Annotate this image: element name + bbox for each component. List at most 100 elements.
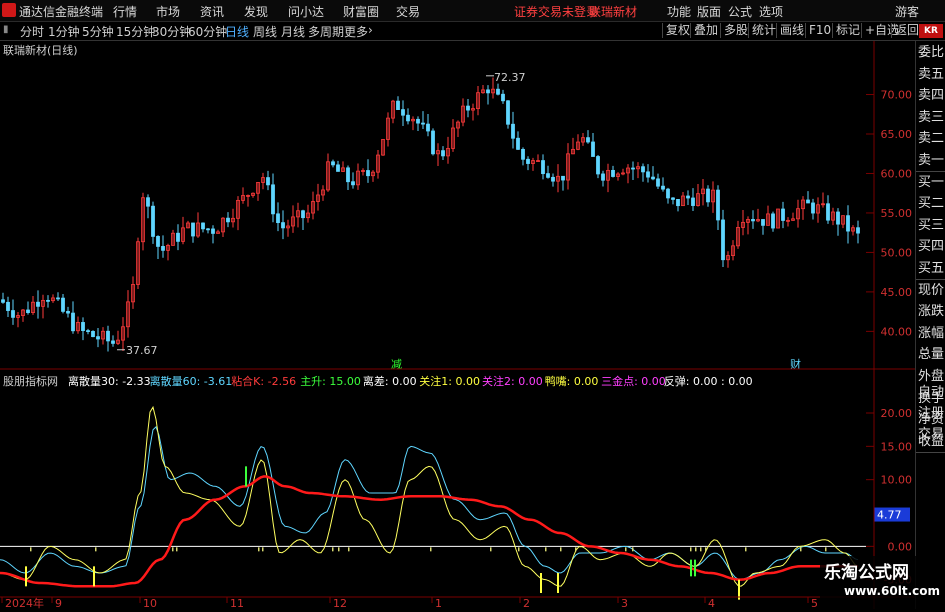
quote-field-11[interactable]: 买五: [918, 260, 945, 278]
candle-body: [266, 177, 270, 186]
menu-options[interactable]: 选项: [759, 3, 783, 20]
indicator-legend-item: 关注1: 0.00: [419, 374, 480, 388]
candle-body: [226, 217, 230, 223]
candle-body: [846, 215, 850, 232]
menu-news[interactable]: 资讯: [200, 3, 224, 20]
multi-stock-button[interactable]: 多股: [720, 23, 751, 38]
quote-field-12[interactable]: 现价: [918, 282, 945, 300]
price-tick-label: 50.00: [881, 246, 913, 259]
candle-body: [826, 203, 830, 221]
candle-body: [761, 219, 765, 226]
quote-field-9[interactable]: 买三: [918, 217, 945, 235]
candle-body: [441, 150, 445, 157]
signal-bar: [540, 573, 542, 593]
menu-quotes[interactable]: 行情: [113, 3, 137, 20]
signal-tick: [632, 547, 634, 552]
candle-body: [421, 122, 425, 125]
candle-body: [781, 208, 785, 221]
menu-discover[interactable]: 发现: [244, 3, 268, 20]
candle-body: [526, 158, 530, 164]
signal-bar: [690, 559, 692, 577]
quote-field-21[interactable]: 注册: [918, 405, 945, 423]
tab-1min[interactable]: 1分钟: [48, 23, 80, 40]
quote-separator: [916, 451, 945, 453]
quote-field-2[interactable]: 卖五: [918, 66, 945, 84]
menu-wealth[interactable]: 财富圈: [343, 3, 379, 20]
tab-monthly[interactable]: 月线: [281, 23, 305, 40]
tab-weekly[interactable]: 周线: [253, 23, 277, 40]
login-notice[interactable]: 证券交易未登录: [514, 3, 598, 20]
menu-trade[interactable]: 交易: [396, 3, 420, 20]
candle-body: [66, 310, 70, 314]
chart-area: 70.00 65.00 60.00 55.00 50.00 45.00 40.00 72.37…: [0, 41, 945, 610]
signal-tick: [690, 547, 692, 552]
tab-60min[interactable]: 60分钟: [188, 23, 227, 40]
mark-button[interactable]: 标记: [832, 23, 863, 38]
signal-tick: [258, 547, 260, 552]
candle-body: [656, 178, 660, 187]
tab-more[interactable]: 更多: [344, 23, 368, 40]
quote-field-3[interactable]: 卖四: [918, 87, 945, 105]
candle-body: [396, 100, 400, 110]
candle-body: [546, 173, 550, 178]
signal-tick: [338, 547, 340, 552]
panel-toggle-icon[interactable]: ▮: [3, 24, 9, 35]
candle-body: [856, 227, 860, 234]
signal-tick: [518, 547, 520, 552]
quote-field-4[interactable]: 卖三: [918, 109, 945, 127]
quote-field-20[interactable]: 自动: [918, 384, 945, 402]
tab-daily[interactable]: 日线: [225, 23, 249, 40]
overlay-button[interactable]: 叠加: [690, 23, 721, 38]
candle-body: [81, 322, 85, 331]
chevron-right-icon[interactable]: ›: [368, 23, 373, 37]
indicator-lines: [0, 405, 859, 600]
candle-body: [601, 173, 605, 181]
quote-field-1[interactable]: 委比: [918, 44, 945, 62]
menu-function[interactable]: 功能: [667, 3, 691, 20]
indicator-legend-item: 离差: 0.00: [363, 374, 417, 388]
guest-label[interactable]: 游客: [895, 3, 919, 20]
candle-body: [206, 228, 210, 231]
menu-formula[interactable]: 公式: [728, 3, 752, 20]
quote-field-14[interactable]: 涨幅: [918, 325, 945, 343]
tab-5min[interactable]: 5分钟: [82, 23, 114, 40]
indicator-tick-label: 20.00: [881, 407, 913, 420]
quote-field-13[interactable]: 涨跌: [918, 303, 945, 321]
menu-market[interactable]: 市场: [156, 3, 180, 20]
tab-15min[interactable]: 15分钟: [116, 23, 155, 40]
price-panel-title: 联瑞新材(日线): [3, 43, 78, 57]
stats-button[interactable]: 统计: [748, 23, 779, 38]
candle-body: [486, 89, 490, 94]
f10-button[interactable]: F10: [805, 23, 834, 38]
menu-layout[interactable]: 版面: [697, 3, 721, 20]
quote-field-15[interactable]: 总量: [918, 346, 945, 364]
title-bar: 通达信金融终端 行情 市场 资讯 发现 问小达 财富圈 交易 证券交易未登录 联…: [0, 0, 945, 22]
indicator-legend-item: 主升: 15.00: [300, 375, 361, 388]
brand-badge: KR: [919, 24, 943, 38]
quote-field-8[interactable]: 买二: [918, 195, 945, 213]
candle-body: [721, 219, 725, 261]
candle-body: [686, 195, 690, 199]
low-price-label: 37.67: [126, 344, 158, 357]
quote-field-22[interactable]: 交易: [918, 426, 945, 444]
tab-intraday[interactable]: 分时: [20, 23, 44, 40]
quote-field-7[interactable]: 买一: [918, 174, 945, 192]
quote-field-5[interactable]: 卖二: [918, 130, 945, 148]
signal-bar: [93, 566, 95, 587]
quote-field-10[interactable]: 买四: [918, 238, 945, 256]
adjust-button[interactable]: 复权: [662, 23, 693, 38]
candle-body: [426, 123, 430, 132]
candle-body: [106, 330, 110, 342]
indicator-name[interactable]: 股朋指标网: [3, 374, 58, 388]
tab-30min[interactable]: 30分钟: [152, 23, 191, 40]
candle-body: [511, 123, 515, 139]
quote-field-6[interactable]: 卖一: [918, 152, 945, 170]
draw-line-button[interactable]: 画线: [776, 23, 807, 38]
menu-ask[interactable]: 问小达: [288, 3, 324, 20]
signal-tick: [332, 547, 334, 552]
signal-tick: [745, 547, 747, 552]
candle-body: [596, 156, 600, 175]
back-button[interactable]: 返回: [891, 23, 922, 38]
candle-body: [586, 137, 590, 143]
tab-multi-period[interactable]: 多周期: [308, 23, 344, 40]
